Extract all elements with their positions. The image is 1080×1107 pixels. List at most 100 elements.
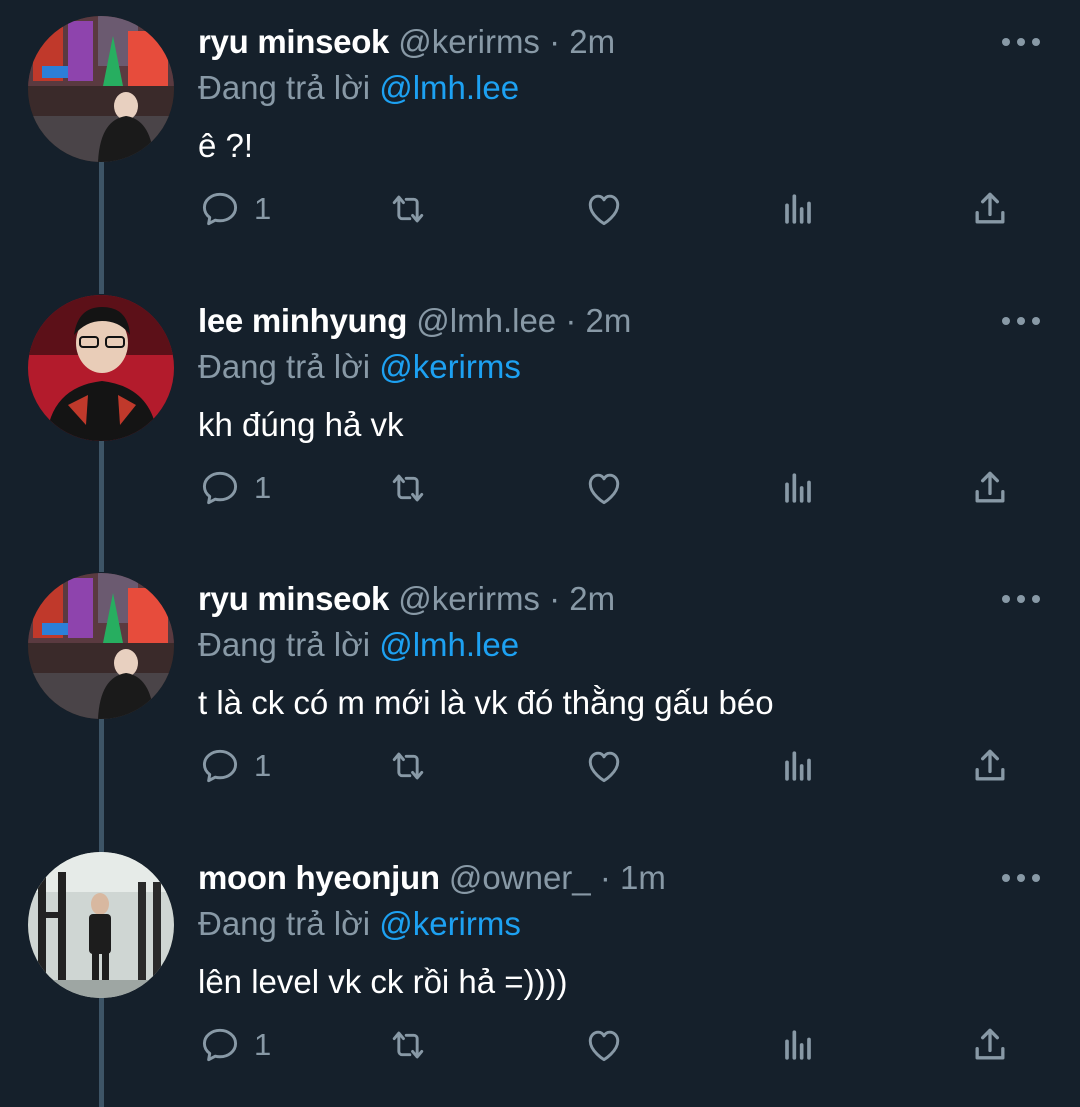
display-name[interactable]: ryu minseok (198, 23, 389, 60)
analytics-bars-icon (785, 473, 811, 503)
user-handle[interactable]: @kerirms (398, 580, 540, 617)
like-button[interactable] (582, 463, 626, 513)
retweet-arrows-icon (392, 1031, 424, 1059)
tweet[interactable]: moon hyeonjun @owner_ · 1m Đang trả lời … (0, 836, 1080, 1107)
tweet-text: kh đúng hả vk (198, 406, 404, 443)
reply-bubble-icon (202, 749, 238, 783)
tweet[interactable]: ryu minseok @kerirms · 2m Đang trả lời @… (0, 557, 1080, 835)
retweet-button[interactable] (386, 741, 430, 791)
replying-to: Đang trả lời @lmh.lee (198, 623, 519, 667)
like-button[interactable] (582, 184, 626, 234)
user-handle[interactable]: @lmh.lee (416, 302, 556, 339)
like-button[interactable] (582, 741, 626, 791)
more-options-icon[interactable] (1002, 866, 1040, 890)
reply-count: 1 (254, 191, 272, 226)
reply-count: 1 (254, 1027, 272, 1062)
reply-button[interactable]: 1 (198, 741, 271, 791)
reply-button[interactable]: 1 (198, 463, 271, 513)
analytics-button[interactable] (776, 463, 820, 513)
avatar[interactable] (28, 16, 174, 162)
share-upload-icon (975, 192, 1005, 224)
heart-outline-icon (588, 194, 620, 226)
mention-link[interactable]: @kerirms (379, 348, 521, 385)
replying-to-label: Đang trả lời (198, 905, 371, 942)
tweet-header: lee minhyung @lmh.lee · 2m (198, 299, 631, 343)
analytics-button[interactable] (776, 741, 820, 791)
share-button[interactable] (968, 741, 1012, 791)
analytics-bars-icon (785, 1030, 811, 1060)
more-options-icon[interactable] (1002, 309, 1040, 333)
timestamp[interactable]: 1m (620, 859, 666, 896)
tweet-text: t là ck có m mới là vk đó thằng gấu béo (198, 684, 774, 721)
share-button[interactable] (968, 463, 1012, 513)
action-bar: 1 (198, 184, 1018, 234)
avatar[interactable] (28, 295, 174, 441)
replying-to-label: Đang trả lời (198, 348, 371, 385)
avatar[interactable] (28, 852, 174, 998)
user-handle[interactable]: @owner_ (449, 859, 591, 896)
avatar[interactable] (28, 573, 174, 719)
action-bar: 1 (198, 1020, 1018, 1070)
heart-outline-icon (588, 751, 620, 783)
tweet-header: moon hyeonjun @owner_ · 1m (198, 856, 666, 900)
reply-count: 1 (254, 470, 272, 505)
mention-link[interactable]: @lmh.lee (379, 626, 519, 663)
display-name[interactable]: moon hyeonjun (198, 859, 440, 896)
retweet-arrows-icon (392, 474, 424, 502)
retweet-arrows-icon (392, 752, 424, 780)
user-handle[interactable]: @kerirms (398, 23, 540, 60)
tweet[interactable]: lee minhyung @lmh.lee · 2m Đang trả lời … (0, 279, 1080, 557)
more-options-icon[interactable] (1002, 587, 1040, 611)
action-bar: 1 (198, 463, 1018, 513)
retweet-button[interactable] (386, 463, 430, 513)
display-name[interactable]: lee minhyung (198, 302, 407, 339)
separator-dot: · (599, 859, 611, 896)
action-bar: 1 (198, 741, 1018, 791)
separator-dot: · (549, 580, 561, 617)
analytics-bars-icon (785, 194, 811, 224)
timestamp[interactable]: 2m (569, 580, 615, 617)
reply-count: 1 (254, 748, 272, 783)
share-upload-icon (975, 1028, 1005, 1060)
mention-link[interactable]: @lmh.lee (379, 69, 519, 106)
share-upload-icon (975, 471, 1005, 503)
replying-to: Đang trả lời @lmh.lee (198, 66, 519, 110)
separator-dot: · (549, 23, 561, 60)
tweet-text: lên level vk ck rồi hả =)))) (198, 963, 568, 1000)
retweet-button[interactable] (386, 184, 430, 234)
like-button[interactable] (582, 1020, 626, 1070)
reply-bubble-icon (202, 471, 238, 505)
share-button[interactable] (968, 1020, 1012, 1070)
reply-bubble-icon (202, 1028, 238, 1062)
tweet-header: ryu minseok @kerirms · 2m (198, 20, 615, 64)
heart-outline-icon (588, 1030, 620, 1062)
replying-to-label: Đang trả lời (198, 69, 371, 106)
timestamp[interactable]: 2m (586, 302, 632, 339)
replying-to-label: Đang trả lời (198, 626, 371, 663)
tweet-text: ê ?! (198, 127, 254, 164)
separator-dot: · (565, 302, 577, 339)
share-button[interactable] (968, 184, 1012, 234)
share-upload-icon (975, 749, 1005, 781)
retweet-button[interactable] (386, 1020, 430, 1070)
tweet-header: ryu minseok @kerirms · 2m (198, 577, 615, 621)
heart-outline-icon (588, 473, 620, 505)
tweet[interactable]: ryu minseok @kerirms · 2m Đang trả lời @… (0, 0, 1080, 278)
mention-link[interactable]: @kerirms (379, 905, 521, 942)
replying-to: Đang trả lời @kerirms (198, 902, 521, 946)
analytics-button[interactable] (776, 184, 820, 234)
avatar-street-photo (28, 16, 174, 162)
reply-bubble-icon (202, 192, 238, 226)
avatar-portrait-photo (28, 295, 174, 441)
reply-button[interactable]: 1 (198, 1020, 271, 1070)
avatar-gym-photo (28, 852, 174, 998)
analytics-button[interactable] (776, 1020, 820, 1070)
retweet-arrows-icon (392, 195, 424, 223)
reply-button[interactable]: 1 (198, 184, 271, 234)
replying-to: Đang trả lời @kerirms (198, 345, 521, 389)
avatar-street-photo (28, 573, 174, 719)
more-options-icon[interactable] (1002, 30, 1040, 54)
display-name[interactable]: ryu minseok (198, 580, 389, 617)
timestamp[interactable]: 2m (569, 23, 615, 60)
analytics-bars-icon (785, 751, 811, 781)
